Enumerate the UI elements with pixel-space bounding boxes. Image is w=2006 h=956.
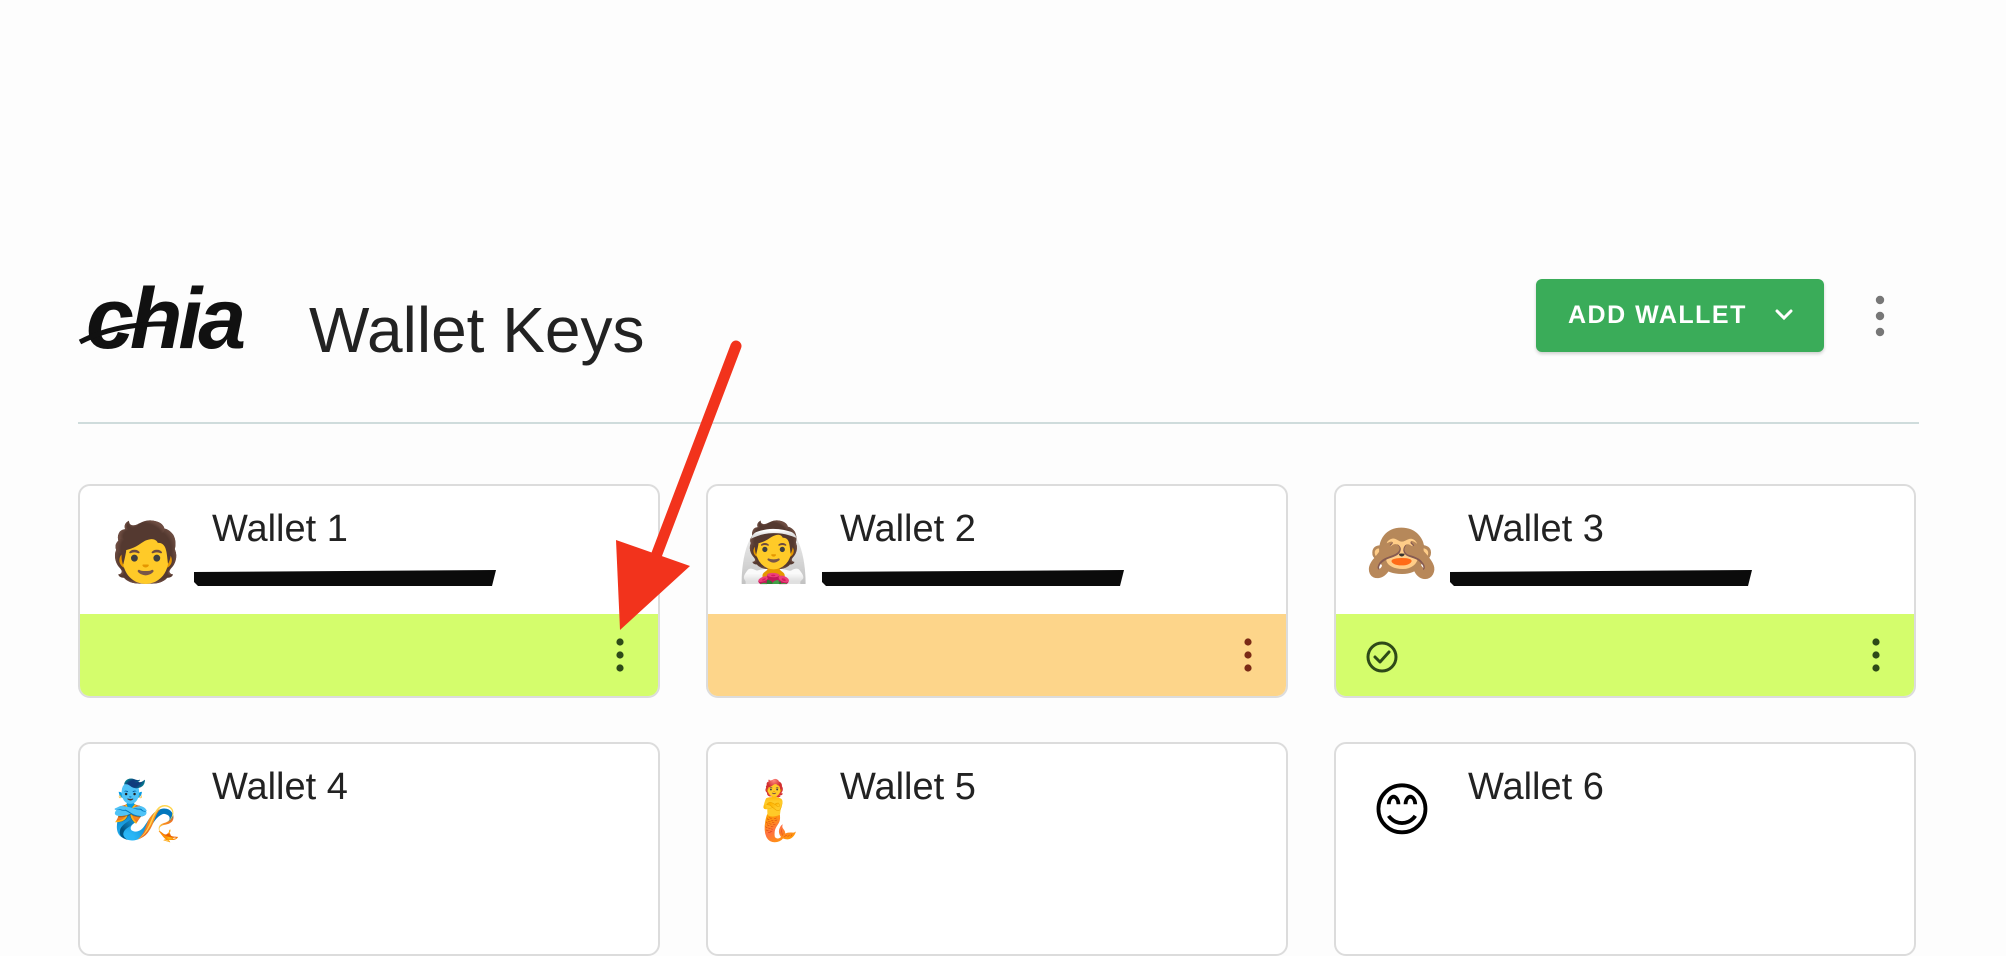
header-divider <box>78 422 1919 424</box>
more-vert-icon[interactable] <box>1868 636 1884 674</box>
wallet-keys-page: chia Wallet Keys ADD WALLET 🧑 Wallet 1 👰… <box>0 0 2006 956</box>
svg-text:chia: chia <box>86 272 244 362</box>
svg-text:🧞: 🧞 <box>110 777 182 843</box>
wallet-card[interactable]: 🧜 Wallet 5 <box>706 742 1288 956</box>
wallet-avatar-icon: 👰 <box>738 517 810 585</box>
svg-text:😊: 😊 <box>1372 778 1432 843</box>
redacted-fingerprint <box>1450 570 1752 586</box>
wallet-card[interactable]: 🙈 Wallet 3 <box>1334 484 1916 698</box>
wallet-name: Wallet 6 <box>1468 766 1604 808</box>
wallet-avatar-icon: 😊 <box>1372 778 1432 843</box>
wallet-name: Wallet 5 <box>840 766 976 808</box>
wallet-name: Wallet 3 <box>1468 508 1604 550</box>
svg-text:🧑: 🧑 <box>110 517 182 585</box>
svg-text:🙈: 🙈 <box>1366 520 1438 585</box>
more-vert-icon[interactable] <box>612 636 628 674</box>
add-wallet-label: ADD WALLET <box>1568 301 1747 329</box>
wallet-card[interactable]: 🧞 Wallet 4 <box>78 742 660 956</box>
page-title: Wallet Keys <box>309 294 645 366</box>
wallet-card[interactable]: 👰 Wallet 2 <box>706 484 1288 698</box>
wallet-status-bar <box>80 614 658 696</box>
more-vert-icon[interactable] <box>1240 636 1256 674</box>
wallet-status-bar <box>708 614 1286 696</box>
wallet-avatar-icon: 🙈 <box>1366 520 1438 585</box>
wallet-avatar-icon: 🧜 <box>738 777 810 844</box>
chia-logo: chia <box>78 272 248 362</box>
wallet-name: Wallet 2 <box>840 508 976 550</box>
redacted-fingerprint <box>194 570 496 586</box>
wallet-avatar-icon: 🧞 <box>110 777 182 843</box>
wallet-name: Wallet 1 <box>212 508 348 550</box>
chevron-down-icon <box>1775 309 1793 321</box>
wallet-name: Wallet 4 <box>212 766 348 808</box>
wallet-status-bar <box>1336 614 1914 696</box>
add-wallet-button[interactable]: ADD WALLET <box>1536 279 1824 352</box>
check-circle-icon <box>1366 641 1398 673</box>
wallet-card[interactable]: 😊 Wallet 6 <box>1334 742 1916 956</box>
svg-text:🧜: 🧜 <box>738 777 810 844</box>
wallet-avatar-icon: 🧑 <box>110 517 182 585</box>
svg-text:👰: 👰 <box>738 517 810 585</box>
redacted-fingerprint <box>822 570 1124 586</box>
wallet-card[interactable]: 🧑 Wallet 1 <box>78 484 660 698</box>
more-vert-icon[interactable] <box>1864 291 1896 341</box>
